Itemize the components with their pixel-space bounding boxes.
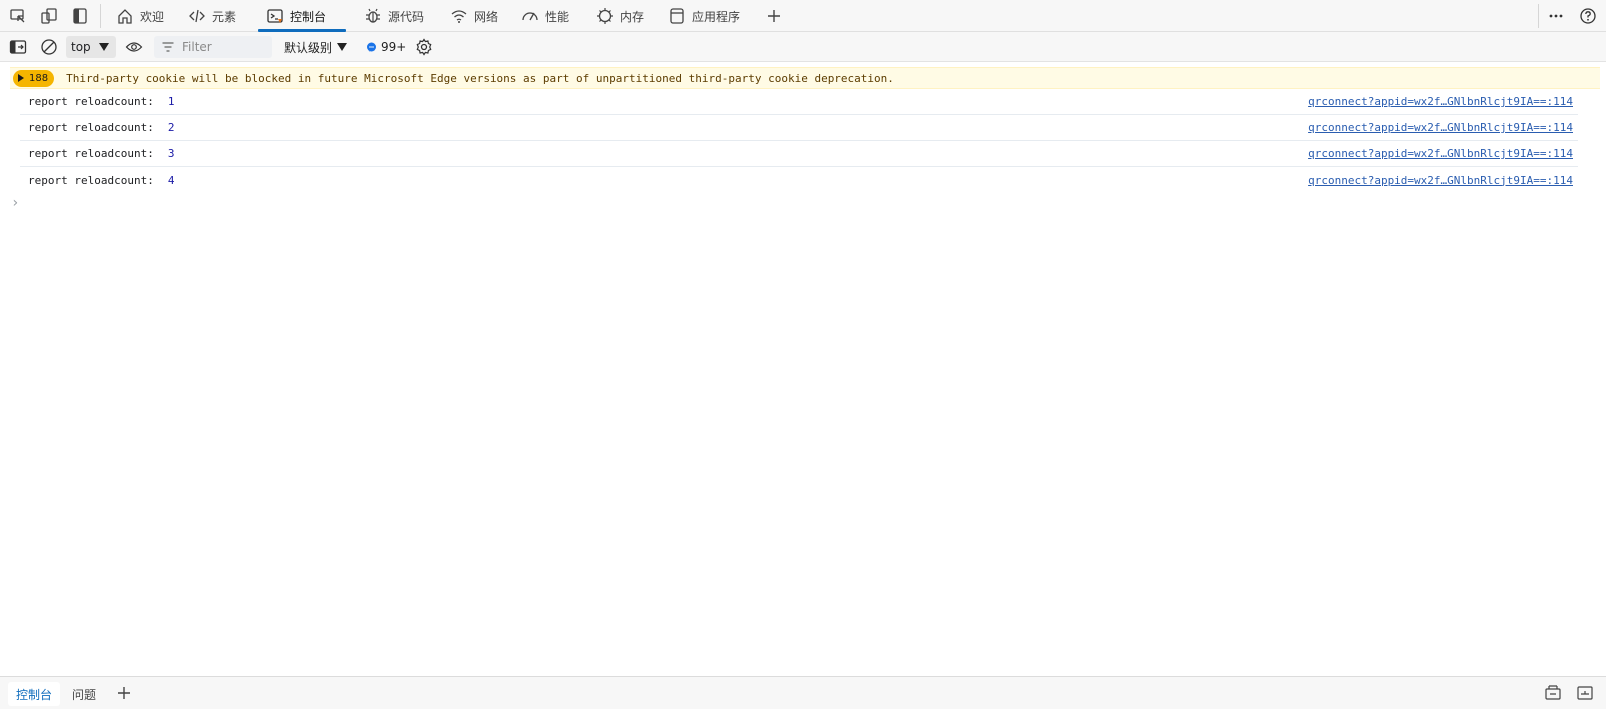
console-log-row: report reloadcount: 3 qrconnect?appid=wx… — [20, 141, 1578, 167]
tab-welcome[interactable]: 欢迎 — [108, 0, 172, 32]
context-selector[interactable]: top — [66, 36, 116, 58]
more-options-icon[interactable] — [1546, 6, 1566, 26]
chip-icon — [597, 8, 613, 24]
message-count-value: 99+ — [381, 40, 407, 54]
cookie-warning-message[interactable]: 188 Third-party cookie will be blocked i… — [10, 67, 1600, 89]
dropdown-arrow-icon — [98, 43, 109, 51]
wifi-icon — [451, 10, 467, 23]
console-toolbar: top Filter 默认级别 99+ — [0, 32, 1606, 62]
dock-drawer-icon[interactable] — [1542, 682, 1564, 704]
log-message: report reloadcount: — [28, 95, 154, 108]
tab-console[interactable]: 控制台 — [258, 0, 346, 32]
tab-bar-divider-right — [1538, 4, 1539, 28]
warning-count-badge[interactable]: 188 — [13, 69, 55, 87]
tab-memory-label: 内存 — [620, 9, 645, 24]
tab-network-label: 网络 — [474, 9, 499, 24]
add-tab-icon[interactable] — [764, 6, 784, 26]
console-settings-gear-icon[interactable] — [414, 36, 434, 58]
close-drawer-icon[interactable] — [1574, 682, 1596, 704]
message-count-badge[interactable]: 99+ — [366, 36, 406, 58]
tab-sources[interactable]: 源代码 — [356, 0, 432, 32]
live-expression-eye-icon[interactable] — [124, 36, 144, 58]
tab-performance[interactable]: 性能 — [513, 0, 577, 32]
drawer-tab-console[interactable]: 控制台 — [8, 682, 61, 706]
tab-memory[interactable]: 内存 — [588, 0, 652, 32]
log-source-link[interactable]: qrconnect?appid=wx2f…GNlbnRlcjt9IA==:114 — [1308, 174, 1573, 187]
clear-console-icon[interactable] — [39, 36, 59, 58]
log-level-value: 默认级别 — [284, 40, 333, 55]
device-emulation-icon[interactable] — [39, 6, 59, 26]
log-source-link[interactable]: qrconnect?appid=wx2f…GNlbnRlcjt9IA==:114 — [1308, 147, 1573, 160]
message-bubble-icon — [367, 42, 376, 51]
inspect-element-icon[interactable] — [8, 6, 28, 26]
console-icon — [267, 9, 283, 23]
log-value: 1 — [167, 95, 175, 108]
drawer-tab-issues[interactable]: 问题 — [64, 682, 104, 706]
log-source-link[interactable]: qrconnect?appid=wx2f…GNlbnRlcjt9IA==:114 — [1308, 95, 1573, 108]
log-level-dropdown[interactable]: 默认级别 — [284, 36, 348, 58]
tab-network[interactable]: 网络 — [442, 0, 506, 32]
code-icon — [189, 9, 205, 23]
tab-elements-label: 元素 — [212, 9, 237, 24]
drawer-tab-console-label: 控制台 — [16, 687, 53, 702]
log-value: 4 — [167, 173, 175, 187]
tab-welcome-label: 欢迎 — [140, 9, 165, 24]
home-icon — [118, 9, 132, 24]
log-message: report reloadcount: — [28, 121, 154, 134]
app-icon — [670, 8, 684, 24]
tab-application[interactable]: 应用程序 — [660, 0, 748, 32]
tab-bar-divider — [100, 4, 101, 28]
console-input-prompt[interactable]: › — [11, 195, 19, 211]
log-value: 2 — [167, 121, 175, 134]
drawer-tab-issues-label: 问题 — [72, 687, 97, 702]
show-sidebar-icon[interactable] — [8, 36, 28, 58]
drawer-tab-bar: 控制台 问题 — [0, 676, 1606, 709]
log-message: report reloadcount: — [28, 173, 154, 187]
filter-input[interactable]: Filter — [154, 36, 272, 58]
tab-application-label: 应用程序 — [692, 9, 741, 24]
expand-triangle-icon — [18, 74, 24, 82]
dock-side-icon[interactable] — [70, 6, 90, 26]
tab-sources-label: 源代码 — [388, 9, 425, 24]
tab-performance-label: 性能 — [545, 9, 570, 24]
help-icon[interactable] — [1578, 6, 1598, 26]
log-value: 3 — [167, 147, 175, 160]
console-log-row: report reloadcount: 4 qrconnect?appid=wx… — [20, 167, 1578, 193]
filter-placeholder: Filter — [182, 40, 212, 54]
drawer-add-tab-icon[interactable] — [114, 682, 134, 704]
prompt-chevron-icon: › — [11, 195, 20, 211]
dropdown-arrow-icon — [337, 43, 348, 51]
devtools-tab-bar: 欢迎 元素 控制台 源代码 网络 性能 内存 应用程序 — [0, 0, 1606, 32]
filter-icon — [162, 42, 174, 52]
log-source-link[interactable]: qrconnect?appid=wx2f…GNlbnRlcjt9IA==:114 — [1308, 121, 1573, 134]
context-selector-value: top — [71, 40, 91, 54]
console-log-row: report reloadcount: 2 qrconnect?appid=wx… — [20, 115, 1578, 141]
tab-console-label: 控制台 — [290, 9, 327, 24]
bug-icon — [366, 8, 380, 23]
console-log-row: report reloadcount: 1 qrconnect?appid=wx… — [20, 89, 1578, 115]
warning-text: Third-party cookie will be blocked in fu… — [66, 71, 894, 85]
warning-count: 188 — [29, 72, 49, 84]
gauge-icon — [522, 12, 538, 21]
log-message: report reloadcount: — [28, 147, 154, 160]
console-output: 188 Third-party cookie will be blocked i… — [0, 63, 1606, 676]
tab-elements[interactable]: 元素 — [180, 0, 244, 32]
